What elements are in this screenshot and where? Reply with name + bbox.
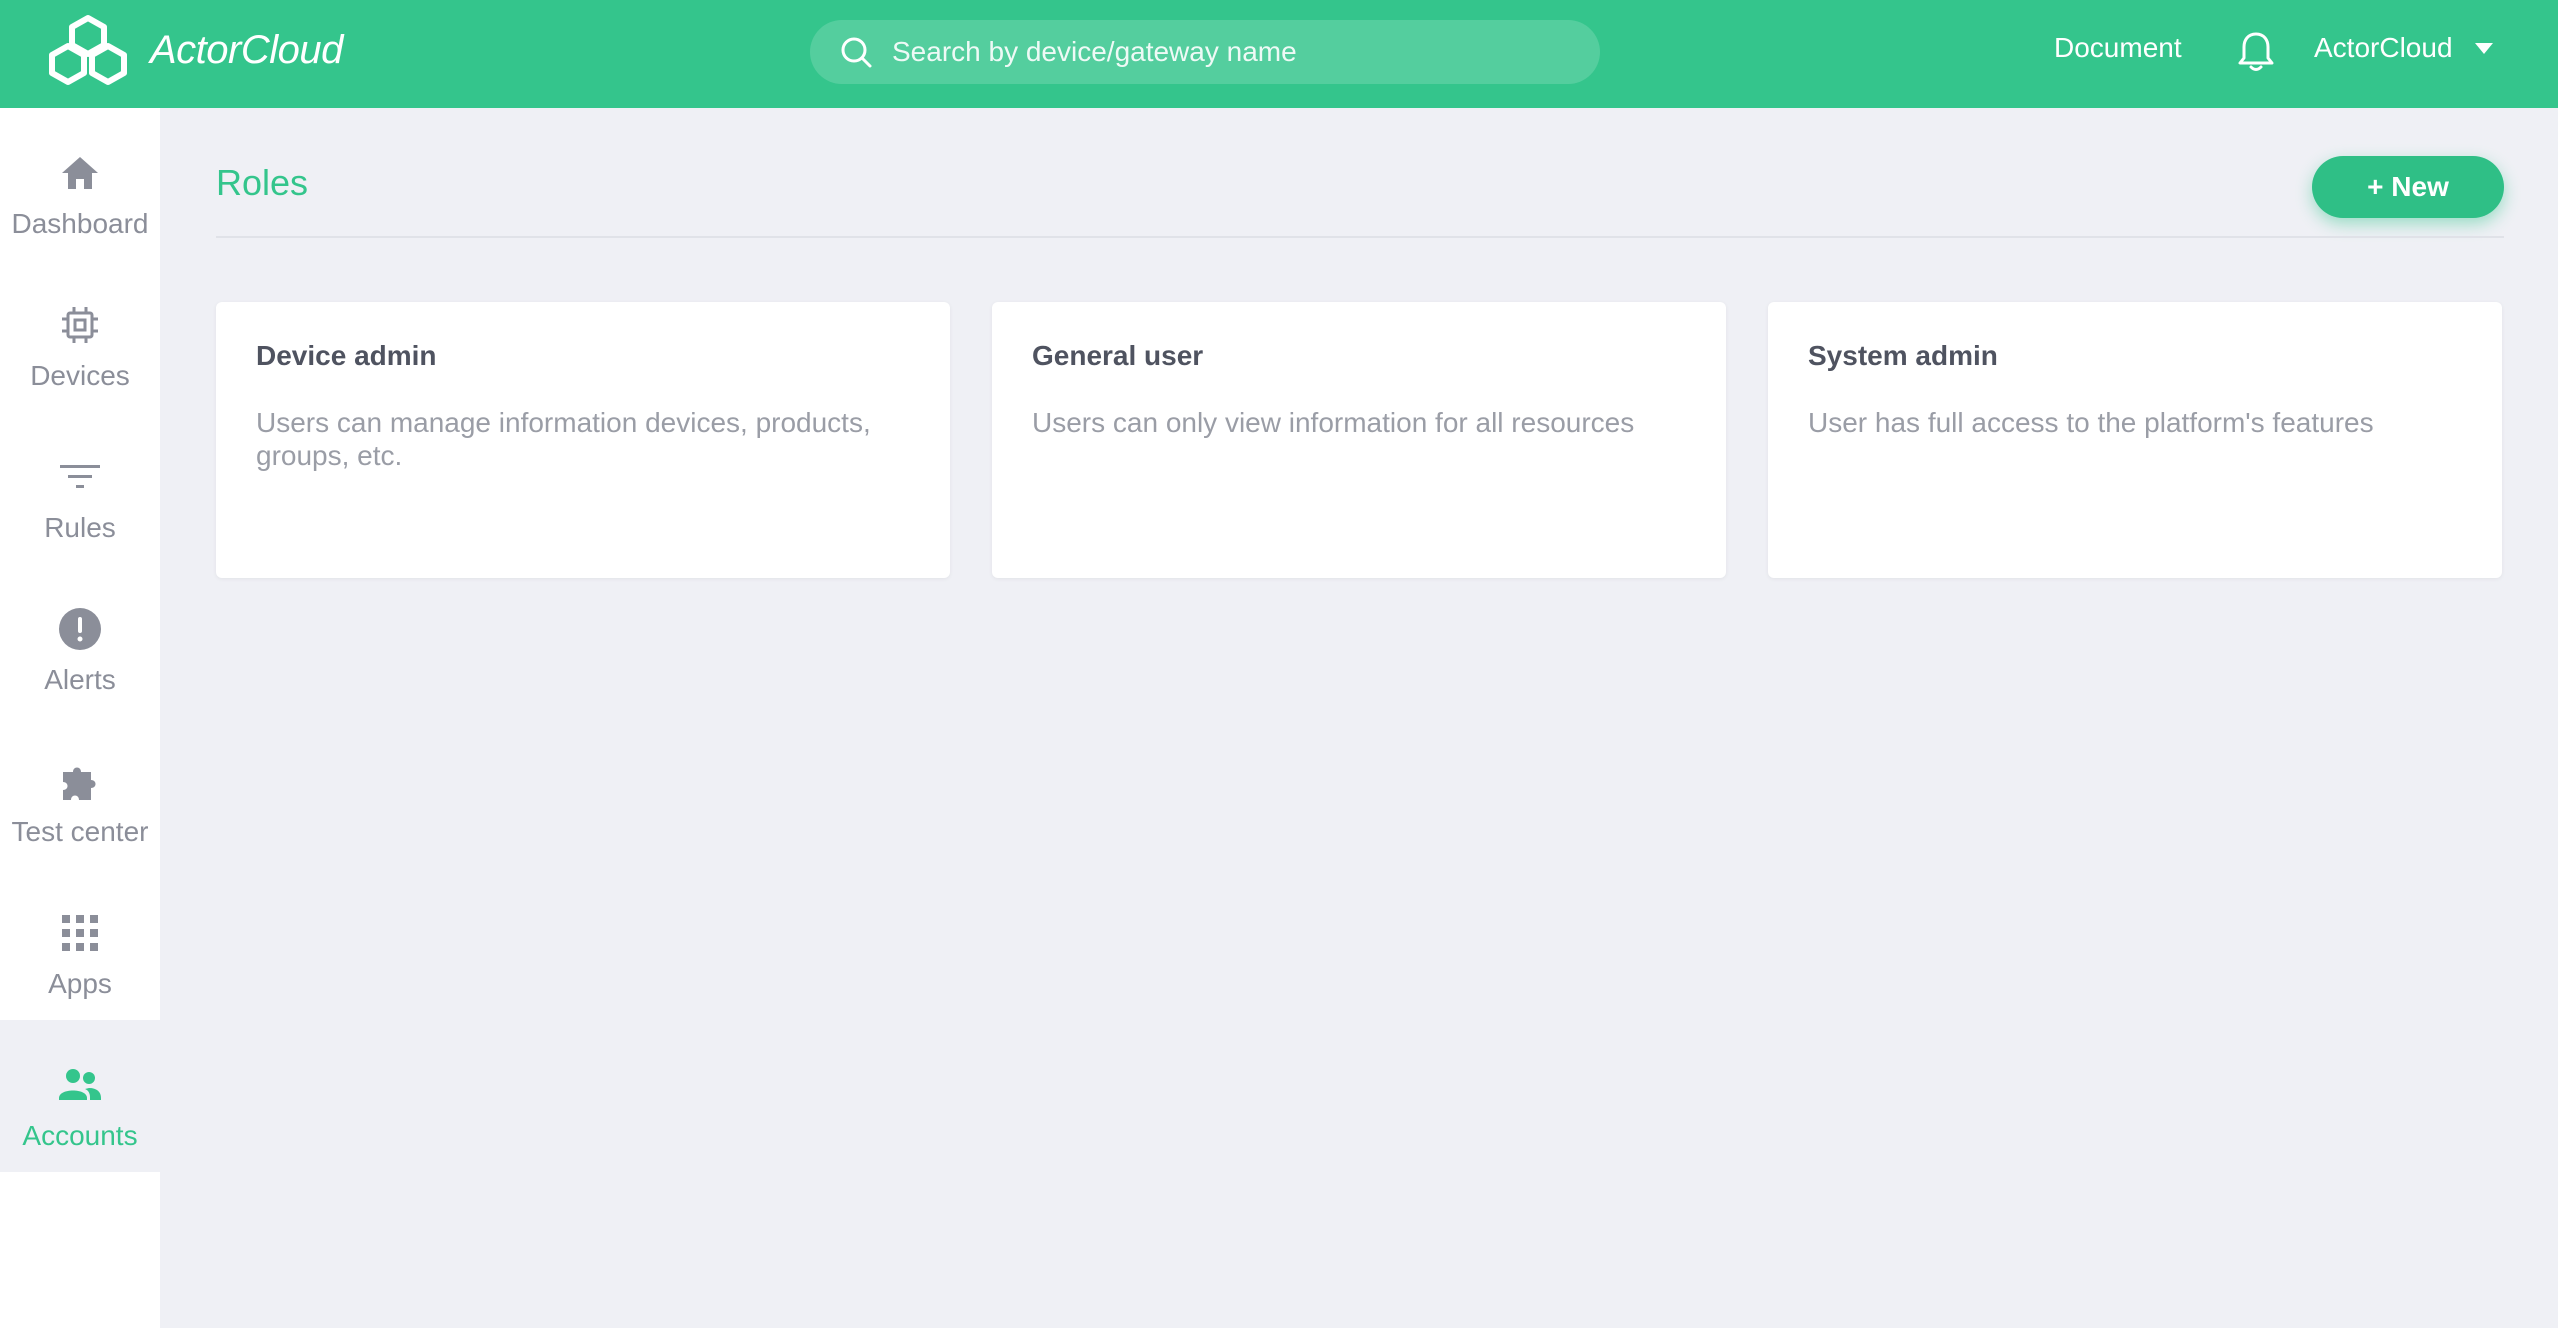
home-icon <box>57 150 103 196</box>
grid-icon <box>57 910 103 956</box>
role-card-title: Device admin <box>256 340 437 371</box>
sidebar-item-label: Dashboard <box>11 208 149 239</box>
user-name: ActorCloud <box>2314 32 2453 63</box>
chevron-down-icon <box>2474 42 2493 54</box>
role-card-description: User has full access to the platform's f… <box>1808 407 2374 438</box>
document-link[interactable]: Document <box>2054 32 2182 64</box>
app-logo[interactable]: ActorCloud <box>38 14 343 86</box>
sidebar-item-label: Apps <box>48 968 112 999</box>
sidebar-item-accounts[interactable]: Accounts <box>0 1020 160 1172</box>
top-bar: ActorCloud Search by device/gateway name… <box>0 0 2558 108</box>
alert-icon <box>57 606 103 652</box>
role-card-title: System admin <box>1808 340 1998 371</box>
role-card-system-admin[interactable]: System admin User has full access to the… <box>1768 302 2502 578</box>
search-input[interactable]: Search by device/gateway name <box>810 20 1600 84</box>
user-menu[interactable]: ActorCloud <box>2314 32 2493 64</box>
notification-bell-icon[interactable] <box>2236 30 2276 74</box>
sidebar-item-label: Test center <box>11 816 149 847</box>
sidebar-item-alerts[interactable]: Alerts <box>0 564 160 716</box>
page-title: Roles <box>216 162 309 203</box>
sidebar-item-dashboard[interactable]: Dashboard <box>0 108 160 260</box>
sidebar-item-apps[interactable]: Apps <box>0 868 160 1020</box>
divider <box>216 236 2504 238</box>
sidebar-item-label: Devices <box>30 360 130 391</box>
sidebar-item-label: Accounts <box>22 1120 138 1151</box>
role-card-title: General user <box>1032 340 1204 371</box>
sidebar-item-rules[interactable]: Rules <box>0 412 160 564</box>
role-card-description: Users can manage information devices, pr… <box>256 407 871 471</box>
sidebar-item-label: Alerts <box>44 664 116 695</box>
chip-icon <box>57 302 103 348</box>
sidebar-item-devices[interactable]: Devices <box>0 260 160 412</box>
sidebar-item-test-center[interactable]: Test center <box>0 716 160 868</box>
role-card-device-admin[interactable]: Device admin Users can manage informatio… <box>216 302 950 578</box>
sidebar-item-label: Rules <box>44 512 116 543</box>
role-card-description: Users can only view information for all … <box>1032 407 1635 438</box>
role-card-general-user[interactable]: General user Users can only view informa… <box>992 302 1726 578</box>
search-icon <box>841 37 872 68</box>
logo-hexagons-icon <box>49 15 127 85</box>
filter-icon <box>57 454 103 500</box>
logo-text: ActorCloud <box>150 27 343 72</box>
sidebar: Dashboard Devices Rules Alerts Test cent… <box>0 108 160 1328</box>
new-role-button[interactable]: + New <box>2312 156 2504 218</box>
search-placeholder: Search by device/gateway name <box>892 36 1297 67</box>
people-icon <box>57 1062 103 1108</box>
puzzle-icon <box>57 758 103 804</box>
